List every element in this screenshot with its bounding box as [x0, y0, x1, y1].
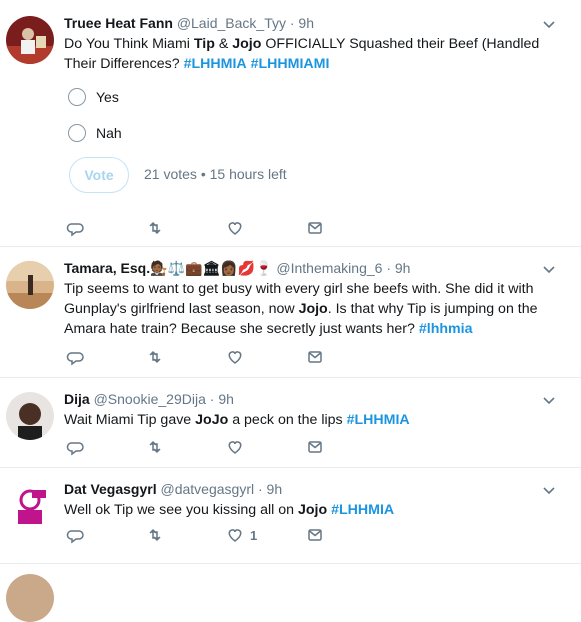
envelope-icon: [308, 222, 322, 234]
tweet-text-segment: &: [214, 36, 233, 52]
separator-dot: ·: [257, 481, 263, 497]
reply-icon: [66, 530, 84, 544]
dm-button[interactable]: [306, 526, 386, 544]
envelope-icon: [308, 529, 322, 541]
tweet-text-segment: Do You Think Miami: [64, 36, 194, 52]
timestamp[interactable]: 9h: [218, 391, 234, 407]
reply-icon: [66, 442, 84, 456]
tweet-text-segment: Well ok Tip we see you kissing all on: [64, 502, 298, 518]
heart-icon: [228, 222, 242, 235]
retweet-button[interactable]: [146, 526, 226, 544]
tweet-header: Dat Vegasgyrl @datvegasgyrl · 9h: [64, 480, 569, 498]
retweet-button[interactable]: [146, 438, 226, 456]
poll-option-label: Nah: [96, 125, 122, 141]
chevron-down-icon[interactable]: [541, 261, 557, 277]
highlighted-term: Tip: [193, 36, 215, 52]
vote-button[interactable]: Vote: [69, 157, 129, 193]
tweet-text-segment: a peck on the lips: [228, 412, 347, 428]
avatar[interactable]: [6, 392, 54, 440]
chevron-down-icon[interactable]: [541, 482, 557, 498]
highlighted-term: Jojo: [232, 36, 262, 52]
avatar[interactable]: [6, 574, 54, 622]
poll-option-yes[interactable]: Yes: [68, 88, 119, 106]
tweet-3[interactable]: Dija @Snookie_29Dija · 9h Wait Miami Tip…: [0, 378, 581, 468]
chevron-down-icon[interactable]: [541, 392, 557, 408]
tweet-text-segment: Wait Miami Tip gave: [64, 412, 196, 428]
avatar[interactable]: [6, 16, 54, 64]
tweet-header: Truee Heat Fann @Laid_Back_Tyy · 9h: [64, 14, 569, 32]
poll-option-nah[interactable]: Nah: [68, 124, 122, 142]
retweet-icon: [149, 528, 161, 542]
user-handle[interactable]: @Snookie_29Dija: [94, 391, 206, 407]
display-name[interactable]: Dija: [64, 391, 90, 407]
retweet-button[interactable]: [146, 348, 226, 366]
hashtag-link[interactable]: #LHHMIA: [184, 56, 247, 72]
retweet-icon: [149, 440, 161, 454]
tweet-text: Well ok Tip we see you kissing all on Jo…: [64, 500, 569, 520]
hashtag-link[interactable]: #LHHMIA: [331, 502, 394, 518]
highlighted-term: JoJo: [195, 412, 229, 428]
reply-button[interactable]: [66, 526, 146, 544]
tweet-actions: [66, 348, 386, 366]
like-button[interactable]: 1: [226, 526, 306, 544]
user-handle[interactable]: @Inthemaking_6: [276, 260, 382, 276]
envelope-icon: [308, 351, 322, 363]
retweet-icon: [149, 350, 161, 364]
separator-dot: ·: [289, 15, 295, 31]
separator-dot: ·: [386, 260, 391, 276]
envelope-icon: [308, 441, 322, 453]
heart-icon: [228, 529, 242, 542]
avatar[interactable]: [6, 261, 54, 309]
tweet-text: Do You Think Miami Tip & Jojo OFFICIALLY…: [64, 34, 569, 74]
tweet-2[interactable]: Tamara, Esq.🧑🏾‍⚖️⚖️💼🏛👩🏾💋🍷 @Inthemaking_6…: [0, 247, 581, 378]
poll-meta: 21 votes • 15 hours left: [144, 166, 287, 182]
display-name[interactable]: Tamara, Esq.🧑🏾‍⚖️⚖️💼🏛👩🏾💋🍷: [64, 260, 272, 276]
like-count: 1: [250, 527, 258, 543]
highlighted-term: Jojo: [297, 502, 328, 518]
radio-button[interactable]: [68, 88, 86, 106]
tweet-actions: 1: [66, 526, 386, 544]
reply-button[interactable]: [66, 348, 146, 366]
tweet-header: Tamara, Esq.🧑🏾‍⚖️⚖️💼🏛👩🏾💋🍷 @Inthemaking_6…: [64, 259, 569, 277]
display-name[interactable]: Dat Vegasgyrl: [64, 481, 157, 497]
tweet-5-partial[interactable]: [0, 564, 581, 622]
retweet-button[interactable]: [146, 219, 226, 237]
reply-button[interactable]: [66, 219, 146, 237]
timestamp[interactable]: 9h: [298, 15, 314, 31]
radio-button[interactable]: [68, 124, 86, 142]
display-name[interactable]: Truee Heat Fann: [64, 15, 173, 31]
timestamp[interactable]: 9h: [395, 260, 411, 276]
like-button[interactable]: [226, 438, 306, 456]
tweet-actions: [66, 438, 386, 456]
reply-button[interactable]: [66, 438, 146, 456]
tweet-1[interactable]: Truee Heat Fann @Laid_Back_Tyy · 9h Do Y…: [0, 0, 581, 247]
like-button[interactable]: [226, 219, 306, 237]
separator-dot: ·: [209, 391, 215, 407]
dm-button[interactable]: [306, 348, 386, 366]
tweet-text: Tip seems to want to get busy with every…: [64, 279, 569, 339]
hashtag-link[interactable]: #LHHMIAMI: [251, 56, 330, 72]
hashtag-link[interactable]: #LHHMIA: [347, 412, 410, 428]
tweet-4[interactable]: Dat Vegasgyrl @datvegasgyrl · 9h Well ok…: [0, 468, 581, 564]
avatar[interactable]: [6, 480, 54, 528]
reply-icon: [66, 223, 84, 237]
dm-button[interactable]: [306, 219, 386, 237]
hashtag-link[interactable]: #lhhmia: [419, 321, 473, 337]
tweet-header: Dija @Snookie_29Dija · 9h: [64, 390, 569, 408]
dm-button[interactable]: [306, 438, 386, 456]
tweet-actions: [66, 219, 386, 237]
highlighted-term: Jojo: [298, 301, 328, 317]
chevron-down-icon[interactable]: [541, 16, 557, 32]
timestamp[interactable]: 9h: [267, 481, 283, 497]
user-handle[interactable]: @datvegasgyrl: [161, 481, 255, 497]
like-button[interactable]: [226, 348, 306, 366]
reply-icon: [66, 352, 84, 366]
tweet-text: Wait Miami Tip gave JoJo a peck on the l…: [64, 410, 569, 430]
retweet-icon: [149, 221, 161, 235]
poll-option-label: Yes: [96, 89, 119, 105]
heart-icon: [228, 351, 242, 364]
heart-icon: [228, 441, 242, 454]
user-handle[interactable]: @Laid_Back_Tyy: [177, 15, 286, 31]
